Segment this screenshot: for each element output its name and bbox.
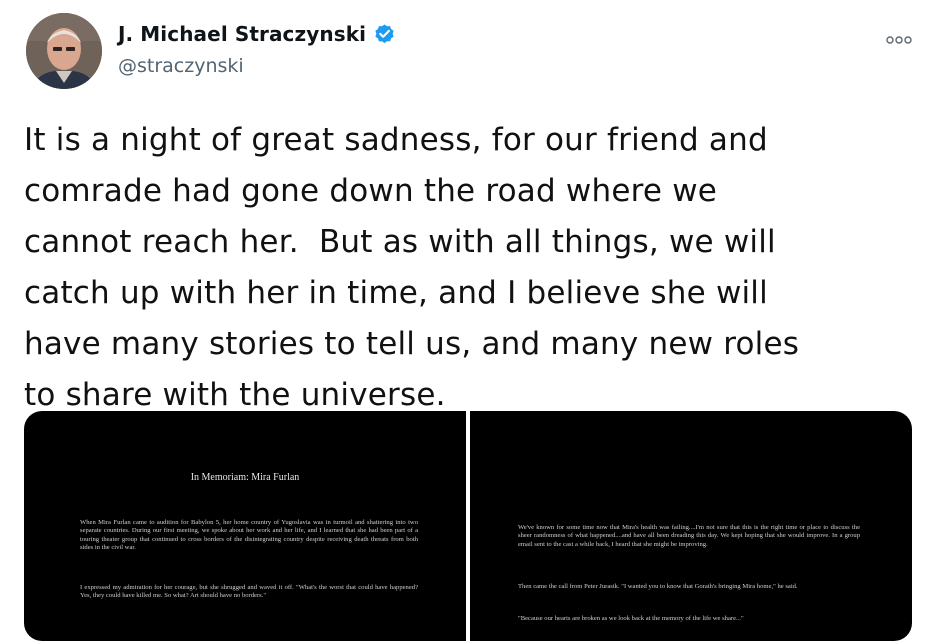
more-options-icon[interactable]: [886, 30, 912, 44]
media-image-left[interactable]: In Memoriam: Mira Furlan When Mira Furla…: [24, 411, 466, 641]
author-name[interactable]: J. Michael Straczynski: [118, 22, 396, 46]
memoriam-paragraph: Then came the call from Peter Jurasik. "…: [518, 583, 798, 590]
verified-badge-icon: [373, 23, 396, 46]
author-handle[interactable]: @straczynski: [118, 55, 244, 77]
memoriam-paragraph: I expressed my admiration for her courag…: [80, 584, 418, 600]
memoriam-paragraph: "Because our hearts are broken as we loo…: [518, 615, 744, 622]
tweet-text: It is a night of great sadness, for our …: [24, 122, 800, 413]
memoriam-title: In Memoriam: Mira Furlan: [190, 472, 300, 483]
media-image-right[interactable]: We've known for some time now that Mira'…: [470, 411, 912, 641]
tweet-media[interactable]: In Memoriam: Mira Furlan When Mira Furla…: [24, 411, 912, 641]
avatar[interactable]: [26, 13, 102, 89]
memoriam-paragraph: When Mira Furlan came to audition for Ba…: [80, 519, 418, 552]
author-name-text[interactable]: J. Michael Straczynski: [118, 22, 366, 46]
memoriam-paragraph: We've known for some time now that Mira'…: [518, 524, 860, 548]
